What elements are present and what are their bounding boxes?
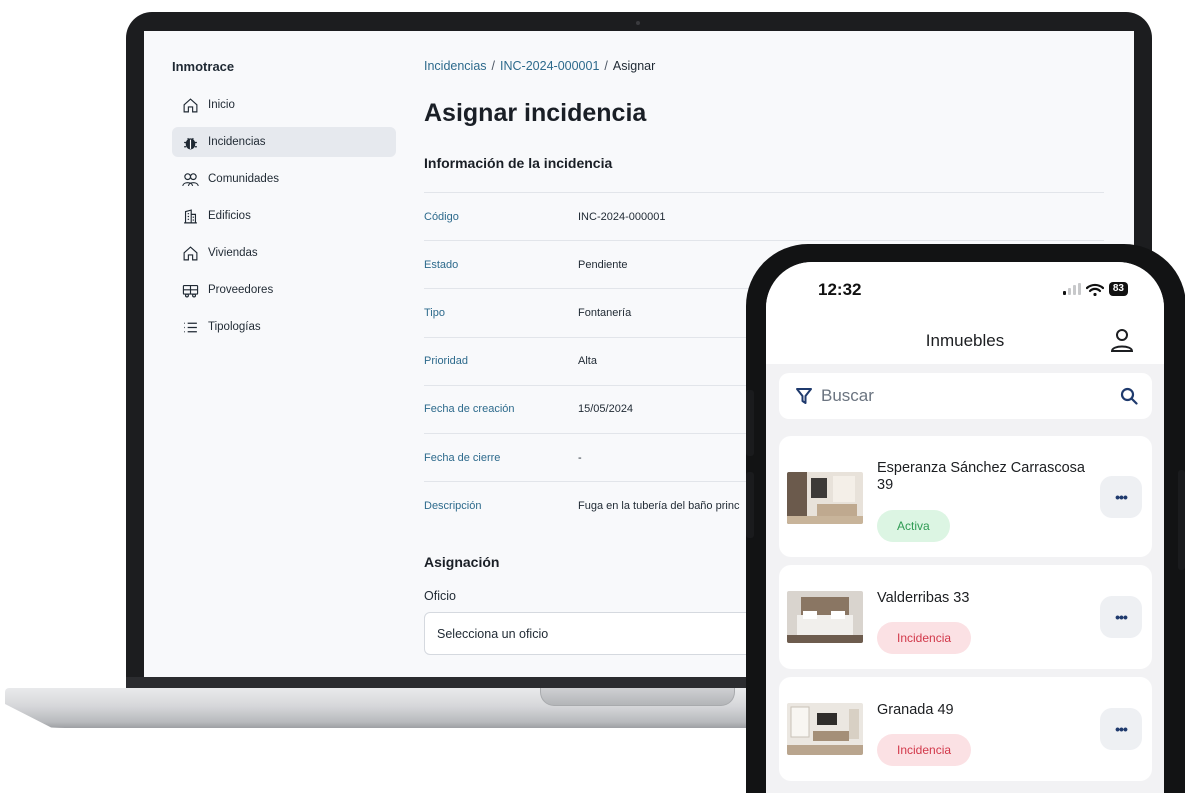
phone-volume-button xyxy=(746,472,754,538)
app-brand: Inmotrace xyxy=(172,59,235,74)
property-photo xyxy=(787,472,863,524)
info-row: Código INC-2024-000001 xyxy=(424,193,1104,242)
assign-section-title: Asignación xyxy=(424,554,500,570)
breadcrumb-current: Asignar xyxy=(612,59,656,73)
property-name: Granada 49 xyxy=(877,702,954,718)
sidebar-item-proveedores[interactable]: Proveedores xyxy=(172,275,396,305)
property-photo xyxy=(787,703,863,755)
info-section-title: Información de la incidencia xyxy=(424,155,613,171)
info-value: Fontanería xyxy=(578,306,632,319)
info-value: 15/05/2024 xyxy=(578,403,634,416)
property-card[interactable]: Valderribas 33 Incidencia ••• xyxy=(779,565,1152,669)
building-icon xyxy=(184,208,197,223)
info-key: Código xyxy=(424,210,459,223)
truck-icon xyxy=(182,284,199,297)
info-key: Fecha de cierre xyxy=(424,451,501,464)
sidebar-item-comunidades[interactable]: Comunidades xyxy=(172,164,396,194)
bug-icon xyxy=(184,137,197,149)
sidebar-item-label: Incidencias xyxy=(208,136,266,148)
info-key: Fecha de creación xyxy=(424,403,515,416)
property-photo xyxy=(787,591,863,643)
sidebar-item-incidencias[interactable]: Incidencias xyxy=(172,127,396,157)
users-icon xyxy=(182,172,199,186)
info-key: Prioridad xyxy=(424,355,469,368)
screen-title: Inmuebles xyxy=(925,331,1005,350)
sidebar-item-label: Viviendas xyxy=(208,247,258,259)
phone-volume-button xyxy=(746,390,754,456)
sidebar-item-label: Comunidades xyxy=(208,173,279,185)
home-icon xyxy=(183,97,198,112)
phone-screen: 12:32 83 Inmuebles Buscar Esperanza Sánc… xyxy=(766,262,1164,793)
more-options-button[interactable]: ••• xyxy=(1100,596,1142,638)
sidebar-item-viviendas[interactable]: Viviendas xyxy=(172,238,396,268)
wifi-icon xyxy=(1085,283,1104,296)
info-key: Estado xyxy=(424,258,459,271)
status-badge: Activa xyxy=(877,510,950,542)
search-bar[interactable]: Buscar xyxy=(779,373,1152,419)
sidebar-item-label: Tipologías xyxy=(208,321,261,333)
info-key: Descripción xyxy=(424,500,482,513)
sidebar-item-label: Inicio xyxy=(208,99,235,111)
house-icon xyxy=(183,245,198,260)
sidebar-item-tipologias[interactable]: Tipologías xyxy=(172,312,396,342)
phone-power-button xyxy=(1178,470,1185,570)
breadcrumb-separator: / xyxy=(604,59,608,73)
property-card[interactable]: Esperanza Sánchez Carrascosa 39 Activa •… xyxy=(779,436,1152,557)
user-profile-icon[interactable] xyxy=(1108,327,1136,355)
page-title: Asignar incidencia xyxy=(424,99,647,127)
property-name: Esperanza Sánchez Carrascosa 39 xyxy=(877,460,1085,493)
status-bar: 12:32 83 xyxy=(766,262,1164,318)
status-badge: Incidencia xyxy=(877,622,972,654)
more-options-button[interactable]: ••• xyxy=(1100,708,1142,750)
breadcrumb-separator: / xyxy=(491,59,496,73)
info-value: Fuga en la tubería del baño princ xyxy=(578,500,740,513)
property-card[interactable]: Granada 49 Incidencia ••• xyxy=(779,677,1152,781)
laptop-opening-groove xyxy=(540,688,735,706)
list-icon xyxy=(184,322,197,332)
search-placeholder: Buscar xyxy=(821,386,874,405)
sidebar-item-label: Edificios xyxy=(208,210,251,222)
status-icons: 83 xyxy=(1062,282,1128,296)
breadcrumb-link-incident[interactable]: INC-2024-000001 xyxy=(500,59,599,73)
property-name: Valderribas 33 xyxy=(877,590,970,606)
breadcrumb: Incidencias / INC-2024-000001 / Asignar xyxy=(424,59,655,73)
battery-indicator: 83 xyxy=(1108,282,1128,296)
status-time: 12:32 xyxy=(818,280,862,299)
info-key: Tipo xyxy=(424,306,445,319)
sidebar-item-edificios[interactable]: Edificios xyxy=(172,201,396,231)
filter-icon[interactable] xyxy=(795,387,813,405)
search-icon[interactable] xyxy=(1120,387,1138,405)
info-value: - xyxy=(578,451,582,464)
trade-select-placeholder: Selecciona un oficio xyxy=(437,626,549,641)
signal-icon xyxy=(1062,283,1081,295)
more-options-button[interactable]: ••• xyxy=(1100,476,1142,518)
app-bar: Inmuebles xyxy=(766,318,1164,364)
trade-label: Oficio xyxy=(424,589,456,603)
info-value: Pendiente xyxy=(578,258,628,271)
status-badge: Incidencia xyxy=(877,734,972,766)
laptop-camera xyxy=(636,21,640,25)
breadcrumb-link-incidencias[interactable]: Incidencias xyxy=(424,59,487,73)
info-value: Alta xyxy=(578,355,597,368)
sidebar-item-inicio[interactable]: Inicio xyxy=(172,90,396,120)
info-value: INC-2024-000001 xyxy=(578,210,666,223)
sidebar: Inmotrace Inicio Incidencias Comunidades… xyxy=(144,31,404,677)
sidebar-item-label: Proveedores xyxy=(208,284,274,296)
